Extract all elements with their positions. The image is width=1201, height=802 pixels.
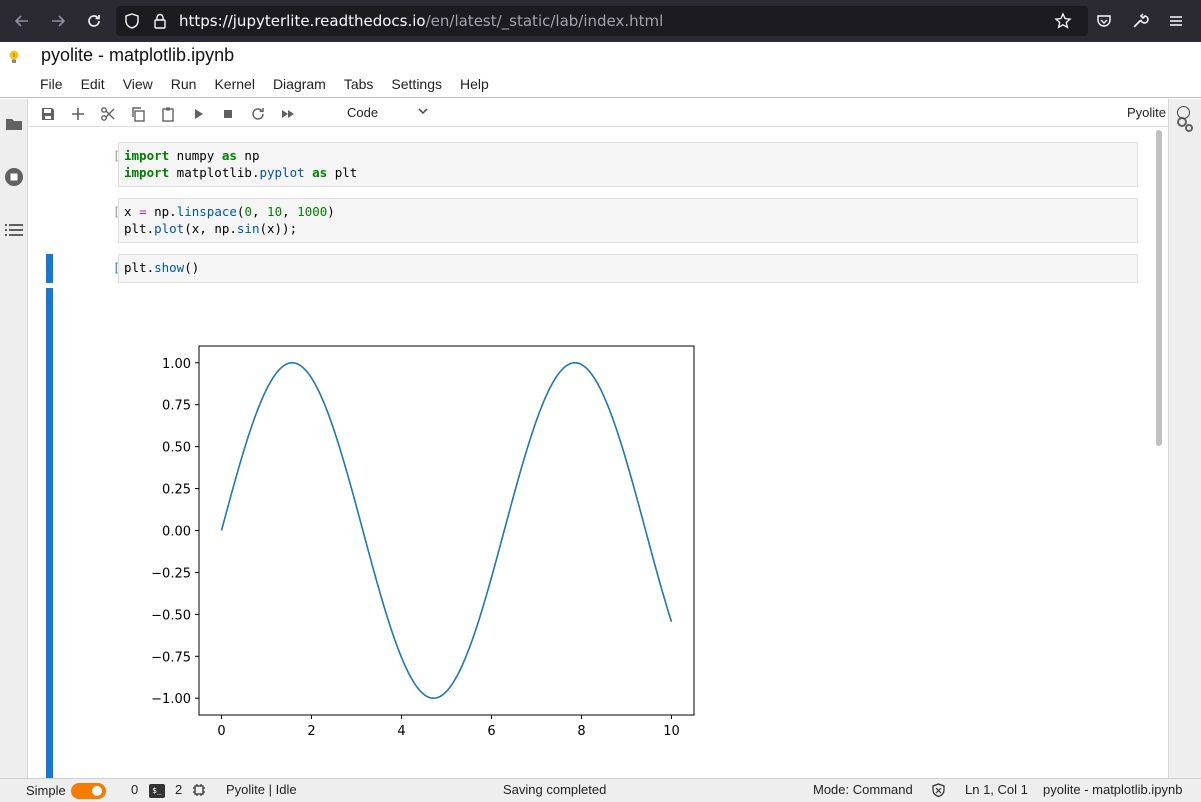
paste-icon[interactable] [156,103,180,125]
page-title: pyolite - matplotlib.ipynb [41,45,235,65]
code-cell[interactable]: plt.show() [118,254,1138,283]
toggle-knob [92,786,102,796]
output-collapser[interactable] [46,288,53,778]
y-tick-label: 1.00 [162,357,191,372]
trusted-shield-icon[interactable] [931,783,946,801]
menu-help[interactable]: Help [451,73,498,95]
url-text: https://jupyterlite.readthedocs.io/en/la… [179,12,663,30]
terminal-icon: $_ [149,784,165,798]
menu-run[interactable]: Run [162,73,206,95]
document-name: pyolite - matplotlib.ipynb [1043,782,1183,797]
run-icon[interactable] [186,103,210,125]
lock-icon[interactable] [147,9,173,33]
url-path: /en/latest/_static/lab/index.html [425,12,664,30]
browser-toolbar: https://jupyterlite.readthedocs.io/en/la… [0,0,1201,42]
menu-edit[interactable]: Edit [72,73,114,95]
series-line [220,361,673,700]
copy-icon[interactable] [126,103,150,125]
y-tick-label: 0.25 [162,483,191,498]
jupyterlite-logo-icon [6,49,22,65]
x-tick-label: 8 [577,724,585,739]
x-tick-label: 4 [397,724,405,739]
back-icon[interactable] [9,9,35,33]
x-tick-label: 6 [487,724,495,739]
stop-icon[interactable] [216,103,240,125]
notebook-panel: [1]: import numpy as np import matplotli… [29,128,1157,778]
cursor-position[interactable]: Ln 1, Col 1 [965,782,1028,797]
y-axis: 1.00 0.75 0.50 0.25 0.00 −0.25 −0.50 −0.75 −1.00 [151,357,199,707]
cell-collapser[interactable] [46,254,53,283]
shield-icon[interactable] [119,9,145,33]
bookmark-star-icon[interactable] [1050,9,1076,33]
code-cell[interactable]: x = np.linspace(0, 10, 1000) plt.plot(x,… [118,198,1138,243]
folder-icon[interactable] [0,109,28,139]
reload-icon[interactable] [81,9,107,33]
menu-tabs[interactable]: Tabs [335,73,383,95]
simple-mode-label: Simple [26,783,66,798]
menu-bar: File Edit View Run Kernel Diagram Tabs S… [31,73,498,95]
forward-icon[interactable] [45,9,71,33]
menu-kernel[interactable]: Kernel [205,73,263,95]
y-tick-label: −0.50 [151,608,191,623]
running-kernels-icon[interactable] [0,162,28,192]
y-tick-label: −1.00 [151,692,191,707]
scrollbar-thumb[interactable] [1156,130,1162,446]
right-sidebar [1168,99,1201,778]
x-tick-label: 2 [307,724,315,739]
jupyter-top-panel: pyolite - matplotlib.ipynb File Edit Vie… [0,42,1201,98]
kernel-status[interactable]: Pyolite | Idle [226,782,297,797]
y-tick-label: 0.75 [162,399,191,414]
restart-icon[interactable] [246,103,270,125]
status-message: Saving completed [503,782,607,797]
fast-forward-icon[interactable] [276,103,300,125]
menu-settings[interactable]: Settings [382,73,451,95]
left-sidebar [0,99,28,778]
matplotlib-plot: 1.00 0.75 0.50 0.25 0.00 −0.25 −0.50 −0.75 −1.00… [151,345,695,739]
plot-axes-frame [198,345,695,716]
notebook-toolbar: Code Pyolite [29,99,1190,127]
menu-view[interactable]: View [114,73,162,95]
cut-icon[interactable] [96,103,120,125]
kernels-count: 2 [175,782,183,797]
kernel-chip-icon [192,783,206,800]
x-tick-label: 0 [217,724,225,739]
terminals-count: 0 [131,782,139,797]
save-icon[interactable] [36,103,60,125]
wrench-icon[interactable] [1127,9,1153,33]
kernel-name[interactable]: Pyolite [1127,105,1166,120]
menu-file[interactable]: File [31,73,72,95]
simple-mode-toggle[interactable] [71,783,106,799]
menu-diagram[interactable]: Diagram [264,73,335,95]
status-bar: Simple 0 $_ 2 Pyolite | Idle Saving comp… [0,778,1201,802]
y-tick-label: 0.00 [162,525,191,540]
y-tick-label: −0.75 [151,650,191,665]
pocket-icon[interactable] [1091,9,1117,33]
kernel-status-indicator [1177,106,1190,119]
add-cell-icon[interactable] [66,103,90,125]
x-axis: 0 2 4 6 8 10 [217,715,680,739]
table-of-contents-icon[interactable] [0,215,28,245]
hamburger-menu-icon[interactable] [1163,9,1189,33]
code-cell[interactable]: import numpy as np import matplotlib.pyp… [118,142,1138,187]
y-tick-label: 0.50 [162,441,191,456]
url-host: https://jupyterlite.readthedocs.io [179,12,426,30]
x-tick-label: 10 [663,724,680,739]
y-tick-label: −0.25 [151,566,191,581]
command-mode: Mode: Command [813,782,913,797]
chevron-down-icon [418,108,428,115]
